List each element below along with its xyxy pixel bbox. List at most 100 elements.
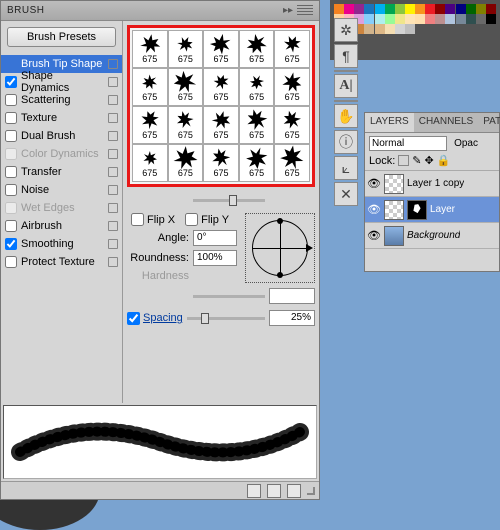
- brush-thumbnail[interactable]: 675: [239, 68, 275, 106]
- brush-option-protect-texture[interactable]: Protect Texture: [1, 253, 122, 271]
- swatch[interactable]: [415, 14, 425, 24]
- brush-option-smoothing[interactable]: Smoothing: [1, 235, 122, 253]
- spacing-checkbox[interactable]: Spacing: [127, 312, 183, 325]
- swatch[interactable]: [395, 4, 405, 14]
- option-checkbox[interactable]: [5, 220, 17, 232]
- swatch[interactable]: [405, 14, 415, 24]
- flip-y-checkbox[interactable]: Flip Y: [185, 213, 229, 226]
- option-lock-icon[interactable]: [108, 149, 118, 159]
- swatch[interactable]: [395, 14, 405, 24]
- brush-thumbnail[interactable]: 675: [239, 144, 275, 182]
- hand-tool-icon[interactable]: ✋: [334, 104, 358, 128]
- brush-thumbnail[interactable]: 675: [274, 106, 310, 144]
- option-checkbox[interactable]: [5, 202, 17, 214]
- tab-layers[interactable]: LAYERS: [365, 113, 414, 132]
- brush-option-shape-dynamics[interactable]: Shape Dynamics: [1, 73, 122, 91]
- brush-option-color-dynamics[interactable]: Color Dynamics: [1, 145, 122, 163]
- swatch[interactable]: [476, 4, 486, 14]
- swatch[interactable]: [445, 4, 455, 14]
- brush-thumbnail[interactable]: 675: [203, 68, 239, 106]
- brush-thumbnail[interactable]: 675: [132, 106, 168, 144]
- brush-option-dual-brush[interactable]: Dual Brush: [1, 127, 122, 145]
- brush-thumbnail[interactable]: 675: [203, 144, 239, 182]
- collapse-icon[interactable]: ▸▸: [283, 5, 293, 16]
- option-checkbox[interactable]: [5, 256, 17, 268]
- brush-thumbnail[interactable]: 675: [239, 30, 275, 68]
- swatch[interactable]: [385, 24, 395, 34]
- option-lock-icon[interactable]: [108, 167, 118, 177]
- paragraph-icon[interactable]: ¶: [334, 44, 358, 68]
- option-checkbox[interactable]: [5, 238, 17, 250]
- brush-thumbnail[interactable]: 675: [203, 106, 239, 144]
- swap-icon[interactable]: ✕: [334, 182, 358, 206]
- swatch[interactable]: [486, 14, 496, 24]
- swatch[interactable]: [344, 4, 354, 14]
- swatch[interactable]: [415, 4, 425, 14]
- option-lock-icon[interactable]: [108, 221, 118, 231]
- option-lock-icon[interactable]: [108, 95, 118, 105]
- lock-position-icon[interactable]: ✥: [425, 154, 434, 167]
- option-checkbox[interactable]: [5, 166, 17, 178]
- brush-option-transfer[interactable]: Transfer: [1, 163, 122, 181]
- angle-control[interactable]: [245, 213, 315, 283]
- brush-thumbnail[interactable]: 675: [132, 68, 168, 106]
- option-lock-icon[interactable]: [108, 239, 118, 249]
- character-icon[interactable]: A|: [334, 74, 358, 98]
- brush-thumbnail[interactable]: 675: [274, 144, 310, 182]
- swatch[interactable]: [425, 4, 435, 14]
- brush-thumbnail[interactable]: 675: [132, 30, 168, 68]
- lock-all-icon[interactable]: 🔒: [437, 154, 451, 167]
- swatch[interactable]: [456, 14, 466, 24]
- swatch[interactable]: [405, 4, 415, 14]
- swatch[interactable]: [476, 14, 486, 24]
- swatch[interactable]: [466, 4, 476, 14]
- option-lock-icon[interactable]: [108, 185, 118, 195]
- swatch[interactable]: [435, 14, 445, 24]
- visibility-eye-icon[interactable]: 👁: [367, 177, 381, 191]
- option-lock-icon[interactable]: [108, 113, 118, 123]
- brush-settings-icon[interactable]: ✲: [334, 18, 358, 42]
- layer-row[interactable]: 👁Background: [365, 223, 499, 249]
- option-checkbox[interactable]: [5, 94, 17, 106]
- option-lock-icon[interactable]: [108, 203, 118, 213]
- option-lock-icon[interactable]: [108, 77, 118, 87]
- spacing-value[interactable]: 25%: [269, 310, 315, 326]
- brush-thumbnail[interactable]: 675: [274, 30, 310, 68]
- brush-thumbnail[interactable]: 675: [274, 68, 310, 106]
- option-checkbox[interactable]: [5, 76, 17, 88]
- spacing-slider[interactable]: [187, 311, 265, 325]
- swatch[interactable]: [364, 4, 374, 14]
- visibility-eye-icon[interactable]: 👁: [367, 203, 381, 217]
- swatch[interactable]: [395, 24, 405, 34]
- brush-thumbnail[interactable]: 675: [168, 106, 204, 144]
- brush-thumbnail[interactable]: 675: [203, 30, 239, 68]
- lock-transparency-icon[interactable]: [398, 155, 409, 166]
- new-brush-icon[interactable]: [267, 484, 281, 498]
- option-lock-icon[interactable]: [108, 257, 118, 267]
- brush-thumbnail[interactable]: 675: [168, 30, 204, 68]
- brush-option-wet-edges[interactable]: Wet Edges: [1, 199, 122, 217]
- swatch[interactable]: [435, 4, 445, 14]
- option-checkbox[interactable]: [5, 184, 17, 196]
- swatch[interactable]: [375, 24, 385, 34]
- option-lock-icon[interactable]: [108, 59, 118, 69]
- brush-thumbnail[interactable]: 675: [168, 144, 204, 182]
- option-checkbox[interactable]: [5, 112, 17, 124]
- resize-grip-icon[interactable]: [307, 487, 315, 495]
- swatch[interactable]: [385, 4, 395, 14]
- tab-paths[interactable]: PAT: [478, 113, 500, 132]
- swatch[interactable]: [364, 24, 374, 34]
- visibility-eye-icon[interactable]: 👁: [367, 229, 381, 243]
- option-lock-icon[interactable]: [108, 131, 118, 141]
- angle-input[interactable]: 0°: [193, 230, 237, 246]
- swatch[interactable]: [456, 4, 466, 14]
- swatch[interactable]: [405, 24, 415, 34]
- swatch[interactable]: [364, 14, 374, 24]
- toggle-preview-icon[interactable]: [247, 484, 261, 498]
- roundness-input[interactable]: 100%: [193, 250, 237, 266]
- brush-thumbnail[interactable]: 675: [132, 144, 168, 182]
- trash-icon[interactable]: [287, 484, 301, 498]
- blend-mode-select[interactable]: Normal: [369, 136, 447, 151]
- info-icon[interactable]: ⓘ: [334, 130, 358, 154]
- swatch[interactable]: [385, 14, 395, 24]
